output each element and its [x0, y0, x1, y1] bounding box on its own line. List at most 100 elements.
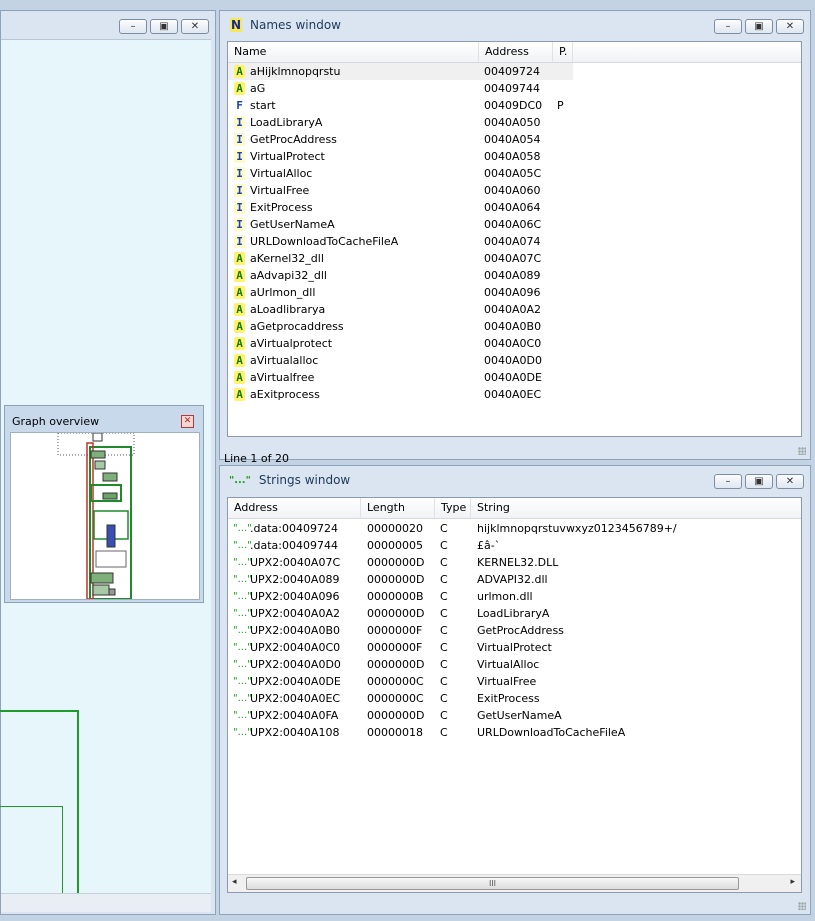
table-row[interactable]: Fstart 00409DC0 P: [228, 97, 573, 114]
length-cell: 0000000C: [367, 692, 424, 705]
table-row[interactable]: AaG 00409744: [228, 80, 573, 97]
string-type-icon: A: [234, 320, 245, 333]
type-cell: C: [440, 726, 448, 739]
public-cell: P: [557, 99, 564, 112]
minimize-icon: –: [725, 475, 731, 487]
resize-grip-icon[interactable]: [798, 447, 806, 455]
table-row[interactable]: AaUrlmon_dll 0040A096: [228, 284, 573, 301]
resize-grip-icon[interactable]: [798, 902, 806, 910]
graph-overview-window[interactable]: Graph overview ✕: [4, 405, 204, 603]
column-header-type[interactable]: Type: [435, 498, 471, 518]
table-row[interactable]: AaKernel32_dll 0040A07C: [228, 250, 573, 267]
address-cell: UPX2:0040A0C0: [250, 641, 341, 654]
column-header-length[interactable]: Length: [361, 498, 435, 518]
type-cell: C: [440, 573, 448, 586]
table-row[interactable]: "..." UPX2:0040A0D0 0000000D C VirtualAlloc: [228, 656, 801, 673]
restore-button[interactable]: ▣: [150, 19, 178, 34]
scroll-right-icon[interactable]: ▸: [790, 877, 795, 887]
name-cell: aVirtualfree: [250, 371, 315, 384]
strings-window-titlebar[interactable]: "..." Strings window – ▣ ✕: [220, 466, 810, 494]
name-cell: aVirtualalloc: [250, 354, 319, 367]
column-header-string[interactable]: String: [471, 498, 801, 518]
address-cell: 0040A05C: [484, 167, 542, 180]
table-row[interactable]: "..." UPX2:0040A0A2 0000000D C LoadLibraryA: [228, 605, 801, 622]
table-row[interactable]: AaAdvapi32_dll 0040A089: [228, 267, 573, 284]
table-row[interactable]: I VirtualAlloc 0040A05C: [228, 165, 573, 182]
table-row[interactable]: AaExitprocess 0040A0EC: [228, 386, 573, 403]
name-cell: aAdvapi32_dll: [250, 269, 327, 282]
table-row[interactable]: AaVirtualalloc 0040A0D0: [228, 352, 573, 369]
horizontal-scrollbar[interactable]: [1, 893, 211, 912]
names-window-buttons: – ▣ ✕: [714, 19, 804, 34]
table-row[interactable]: "..." UPX2:0040A0C0 0000000F C VirtualProtec…: [228, 639, 801, 656]
names-status-line: Line 1 of 20: [224, 452, 290, 465]
name-cell: aKernel32_dll: [250, 252, 324, 265]
table-row[interactable]: I ExitProcess 0040A064: [228, 199, 573, 216]
table-row[interactable]: I GetProcAddress 0040A054: [228, 131, 573, 148]
names-list-header: Name Address P.: [228, 42, 801, 63]
restore-button[interactable]: ▣: [745, 19, 773, 34]
minimize-button[interactable]: –: [714, 474, 742, 489]
name-cell: aVirtualprotect: [250, 337, 333, 350]
string-literal-icon: "...": [233, 523, 252, 534]
address-cell: UPX2:0040A0D0: [250, 658, 341, 671]
graph-node-9: [90, 572, 114, 584]
scrollbar-thumb[interactable]: III: [246, 877, 739, 890]
table-row[interactable]: I LoadLibraryA 0040A050: [228, 114, 573, 131]
table-row[interactable]: I GetUserNameA 0040A06C: [228, 216, 573, 233]
horizontal-scrollbar[interactable]: ◂ III ▸: [228, 874, 801, 892]
table-row[interactable]: "..." .data:00409744 00000005 C £â-`: [228, 537, 801, 554]
table-row[interactable]: AaVirtualfree 0040A0DE: [228, 369, 573, 386]
strings-window[interactable]: "..." Strings window – ▣ ✕ Address Lengt…: [219, 465, 811, 915]
address-cell: 00409DC0: [484, 99, 543, 112]
strings-list[interactable]: Address Length Type String "..." .data:00…: [227, 497, 802, 893]
address-cell: .data:00409724: [250, 522, 338, 535]
names-window[interactable]: N Names window – ▣ ✕ Name Address P. AaH…: [219, 10, 811, 465]
table-row[interactable]: "..." .data:00409724 00000020 Chijklmnopqrs…: [228, 520, 801, 537]
column-header-public[interactable]: P.: [553, 42, 573, 62]
minimize-button[interactable]: –: [714, 19, 742, 34]
column-header-address[interactable]: Address: [228, 498, 361, 518]
address-cell: 0040A0C0: [484, 337, 542, 350]
graph-overview-close-button[interactable]: ✕: [181, 415, 194, 428]
table-row[interactable]: I URLDownloadToCacheFileA 0040A074: [228, 233, 573, 250]
graph-overview-titlebar[interactable]: Graph overview ✕: [5, 406, 203, 430]
graph-overview-canvas[interactable]: [10, 432, 200, 600]
table-row[interactable]: "..." UPX2:0040A0FA 0000000D C GetUserNameA: [228, 707, 801, 724]
string-cell: £â-`: [477, 539, 501, 552]
table-row[interactable]: "..." UPX2:0040A089 0000000D C ADVAPI32.dll: [228, 571, 801, 588]
address-cell: UPX2:0040A096: [250, 590, 340, 603]
table-row[interactable]: AaHijklmnopqrstu 00409724: [228, 63, 573, 80]
column-header-address[interactable]: Address: [479, 42, 553, 62]
string-cell: ADVAPI32.dll: [477, 573, 548, 586]
names-list[interactable]: Name Address P. AaHijklmnopqrstu 00409724…: [227, 41, 802, 437]
names-window-titlebar[interactable]: N Names window – ▣ ✕: [220, 11, 810, 39]
close-icon: ✕: [190, 20, 200, 32]
table-row[interactable]: AaVirtualprotect 0040A0C0: [228, 335, 573, 352]
close-button[interactable]: ✕: [181, 19, 209, 34]
table-row[interactable]: AaLoadlibrarya 0040A0A2: [228, 301, 573, 318]
graph-node-2: [94, 460, 106, 470]
close-button[interactable]: ✕: [776, 474, 804, 489]
length-cell: 0000000D: [367, 658, 425, 671]
table-row[interactable]: AaGetprocaddress 0040A0B0: [228, 318, 573, 335]
graph-node-1: [90, 450, 106, 459]
names-window-title: Names window: [250, 18, 341, 32]
table-row[interactable]: "..." UPX2:0040A0B0 0000000F C GetProcAddres…: [228, 622, 801, 639]
table-row[interactable]: "..." UPX2:0040A0DE 0000000C C VirtualFree: [228, 673, 801, 690]
restore-button[interactable]: ▣: [745, 474, 773, 489]
string-type-icon: A: [234, 337, 245, 350]
graph-thumbnail: [57, 433, 135, 599]
scroll-left-icon[interactable]: ◂: [232, 877, 237, 887]
table-row[interactable]: "..." UPX2:0040A07C 0000000D C KERNEL32.DLL: [228, 554, 801, 571]
table-row[interactable]: "..." UPX2:0040A108 00000018 C URLDownloadTo…: [228, 724, 801, 741]
table-row[interactable]: "..." UPX2:0040A0EC 0000000C C ExitProcess: [228, 690, 801, 707]
table-row[interactable]: "..." UPX2:0040A096 0000000B Curlmon.dll: [228, 588, 801, 605]
minimize-button[interactable]: –: [119, 19, 147, 34]
close-button[interactable]: ✕: [776, 19, 804, 34]
string-cell: LoadLibraryA: [477, 607, 550, 620]
table-row[interactable]: I VirtualProtect 0040A058: [228, 148, 573, 165]
name-cell: aGetprocaddress: [250, 320, 344, 333]
column-header-name[interactable]: Name: [228, 42, 479, 62]
table-row[interactable]: I VirtualFree 0040A060: [228, 182, 573, 199]
